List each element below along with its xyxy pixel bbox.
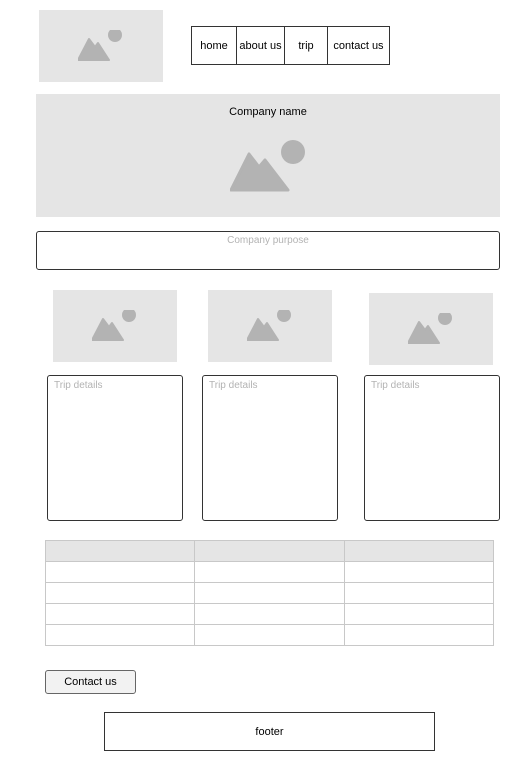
trip-image-1 — [53, 290, 177, 362]
logo-image — [39, 10, 163, 82]
table-cell — [343, 561, 495, 583]
nav-home[interactable]: home — [192, 27, 236, 64]
table-header-cell — [194, 540, 345, 562]
table-cell — [194, 624, 345, 646]
trip-image-3 — [369, 293, 493, 365]
image-placeholder-icon — [92, 310, 136, 341]
table-row — [44, 603, 495, 625]
table-header-cell — [343, 540, 495, 562]
table-header-row — [44, 540, 495, 562]
trip-details-card-3: Trip details — [364, 375, 500, 521]
trip-details-card-2: Trip details — [202, 375, 338, 521]
data-table — [44, 540, 495, 646]
nav-about-us[interactable]: about us — [236, 27, 284, 64]
image-placeholder-icon — [78, 30, 122, 61]
table-cell — [44, 561, 196, 583]
main-nav: home about us trip contact us — [191, 26, 390, 65]
table-row — [44, 624, 495, 646]
trip-details-card-1: Trip details — [47, 375, 183, 521]
company-name: Company name — [229, 106, 307, 118]
footer: footer — [104, 712, 435, 751]
table-header-cell — [44, 540, 196, 562]
trip-details-text: Trip details — [371, 380, 420, 391]
nav-trip[interactable]: trip — [284, 27, 327, 64]
trip-image-2 — [208, 290, 332, 362]
image-placeholder-icon — [408, 313, 452, 344]
company-purpose-box: Company purpose — [36, 231, 500, 270]
trip-details-text: Trip details — [54, 380, 103, 391]
table-cell — [343, 582, 495, 604]
table-cell — [44, 582, 196, 604]
table-cell — [343, 603, 495, 625]
table-cell — [194, 582, 345, 604]
image-placeholder-icon — [247, 310, 291, 341]
table-cell — [194, 561, 345, 583]
contact-us-button[interactable]: Contact us — [45, 670, 136, 694]
table-cell — [44, 603, 196, 625]
company-purpose-text: Company purpose — [227, 235, 309, 246]
nav-contact-us[interactable]: contact us — [327, 27, 389, 64]
table-cell — [343, 624, 495, 646]
trip-details-text: Trip details — [209, 380, 258, 391]
hero-banner: Company name — [36, 94, 500, 217]
table-row — [44, 561, 495, 583]
table-row — [44, 582, 495, 604]
image-placeholder-icon — [230, 139, 305, 191]
table-cell — [44, 624, 196, 646]
table-cell — [194, 603, 345, 625]
